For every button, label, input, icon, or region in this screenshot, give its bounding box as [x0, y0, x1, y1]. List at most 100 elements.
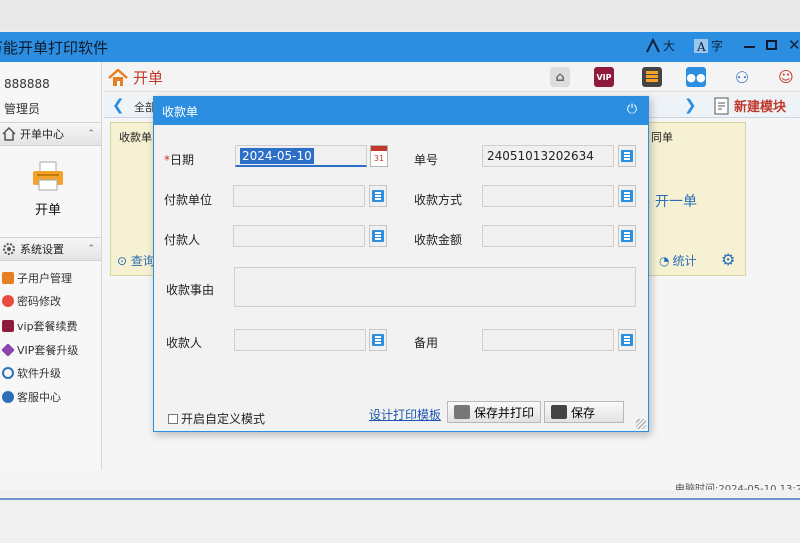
- remark-picker-button[interactable]: [618, 329, 636, 351]
- sidebar-item-label: 软件升级: [17, 367, 61, 380]
- method-picker-button[interactable]: [618, 185, 636, 207]
- order-no-picker-button[interactable]: [618, 145, 636, 167]
- section-system-settings[interactable]: 系统设置 ⌃: [0, 237, 101, 261]
- sidebar-item-password[interactable]: 密码修改: [2, 293, 61, 309]
- users-button[interactable]: ●●: [686, 67, 706, 87]
- resize-grip-icon[interactable]: [636, 419, 646, 429]
- font-large-button[interactable]: 大: [645, 37, 675, 54]
- receiver-field[interactable]: [234, 329, 366, 351]
- card-query-button[interactable]: ⊙ 查询: [117, 252, 155, 269]
- open-bill-button[interactable]: 开单: [18, 160, 78, 222]
- minimize-icon: [744, 46, 755, 48]
- section-billing-label: 开单中心: [20, 128, 64, 141]
- sidebar: 888888 管理员 开单中心 ⌃ 开单 系统设置 ⌃ 子用户管理 密码修改 v…: [0, 62, 102, 470]
- method-field[interactable]: [482, 185, 614, 207]
- dialog-title: 收款单: [162, 104, 199, 119]
- sidebar-item-sub-users[interactable]: 子用户管理: [2, 270, 72, 286]
- chevron-right-icon[interactable]: ❯: [684, 96, 697, 114]
- gear-icon: [3, 243, 15, 255]
- list-icon: [621, 230, 633, 242]
- stats-label: 统计: [672, 254, 697, 268]
- card-right-label: 同单: [651, 131, 673, 144]
- calculator-button[interactable]: [642, 67, 662, 87]
- chevron-left-icon[interactable]: ❮: [112, 96, 125, 114]
- user-icon: [2, 272, 14, 284]
- maximize-button[interactable]: [766, 40, 777, 50]
- method-label: 收款方式: [414, 193, 463, 207]
- sidebar-item-software-upgrade[interactable]: 软件升级: [2, 365, 61, 381]
- card-settings-gear-icon[interactable]: ⚙: [721, 250, 735, 269]
- card-query-label: 查询: [130, 254, 155, 268]
- new-module-button[interactable]: 新建模块: [714, 96, 786, 115]
- payer-unit-picker-button[interactable]: [369, 185, 387, 207]
- amount-label: 收款金额: [414, 233, 463, 247]
- lock-icon: [2, 295, 14, 307]
- svg-text:A: A: [696, 40, 706, 54]
- receipt-dialog: 收款单 ⏻ *日期 2024-05-10 31 单号 2405101320263…: [153, 96, 649, 432]
- outer-frame-top: [0, 0, 800, 30]
- title-bar: 万能开单打印软件 大 A 字 ✕: [0, 32, 800, 62]
- service-icon: [2, 391, 14, 403]
- printer-icon: [33, 161, 63, 191]
- amount-picker-button[interactable]: [618, 225, 636, 247]
- list-icon: [621, 190, 633, 202]
- receiver-picker-button[interactable]: [369, 329, 387, 351]
- reason-textarea[interactable]: [234, 267, 636, 307]
- card-receipt-label: 收款单: [119, 131, 152, 144]
- order-no-field[interactable]: 24051013202634: [482, 145, 614, 167]
- design-template-link[interactable]: 设计打印模板: [369, 406, 441, 423]
- reason-label: 收款事由: [166, 283, 215, 297]
- amount-field[interactable]: [482, 225, 614, 247]
- floppy-disk-icon: [551, 405, 567, 419]
- list-icon: [621, 150, 633, 162]
- stats-button[interactable]: ◔ 统计: [659, 252, 697, 269]
- sidebar-item-label: VIP套餐升级: [17, 344, 79, 357]
- payer-field[interactable]: [233, 225, 365, 247]
- house-icon: ⌂: [555, 69, 565, 85]
- date-label-text: 日期: [170, 153, 195, 167]
- calendar-icon[interactable]: 31: [370, 145, 388, 167]
- users-icon: ●●: [686, 70, 706, 84]
- custom-mode-checkbox[interactable]: 开启自定义模式: [168, 410, 265, 427]
- save-and-print-label: 保存并打印: [474, 405, 535, 420]
- font-char-button[interactable]: A 字: [693, 37, 723, 54]
- minimize-button[interactable]: [744, 40, 755, 48]
- date-field[interactable]: 2024-05-10: [235, 145, 367, 167]
- content-header: 开单 ⌂ VIP ●● ⚇ ☺: [104, 62, 800, 92]
- calendar-day: 31: [373, 154, 385, 163]
- section-billing-center[interactable]: 开单中心 ⌃: [0, 122, 101, 146]
- list-icon: [621, 334, 633, 346]
- font-large-label: 大: [663, 39, 676, 53]
- order-no-label: 单号: [414, 153, 439, 167]
- close-button[interactable]: ✕: [788, 36, 800, 54]
- custom-mode-label: 开启自定义模式: [181, 412, 266, 426]
- open-one-bill-button[interactable]: 开一单: [655, 191, 697, 211]
- new-module-label: 新建模块: [734, 100, 787, 115]
- remark-label: 备用: [414, 336, 439, 350]
- user-settings-button[interactable]: ⚇: [732, 67, 752, 87]
- page-title: 开单: [108, 67, 163, 88]
- sidebar-item-vip-upgrade[interactable]: VIP套餐升级: [1, 342, 79, 358]
- diamond-icon: [1, 343, 15, 357]
- home-nav-button[interactable]: ⌂: [550, 67, 570, 87]
- power-close-icon[interactable]: ⏻: [624, 102, 640, 118]
- sidebar-item-vip-renew[interactable]: vip套餐续费: [2, 318, 78, 334]
- vip-icon: VIP: [596, 72, 612, 82]
- app-title: 万能开单打印软件: [0, 39, 109, 57]
- page-title-text: 开单: [133, 69, 164, 87]
- vip-button[interactable]: VIP: [594, 67, 614, 87]
- sidebar-item-service[interactable]: 客服中心: [2, 389, 61, 405]
- printer-icon: [454, 405, 470, 419]
- payer-picker-button[interactable]: [369, 225, 387, 247]
- save-button[interactable]: 保存: [544, 401, 624, 423]
- upgrade-icon: [2, 367, 14, 379]
- chevron-up-icon: ⌃: [87, 129, 95, 139]
- account-button[interactable]: ☺: [776, 67, 796, 87]
- sidebar-item-label: 子用户管理: [17, 272, 72, 285]
- remark-field[interactable]: [482, 329, 614, 351]
- payer-unit-field[interactable]: [233, 185, 365, 207]
- section-settings-label: 系统设置: [20, 243, 64, 256]
- save-and-print-button[interactable]: 保存并打印: [447, 401, 542, 423]
- vip-icon: [2, 320, 14, 332]
- home-icon: [2, 127, 16, 141]
